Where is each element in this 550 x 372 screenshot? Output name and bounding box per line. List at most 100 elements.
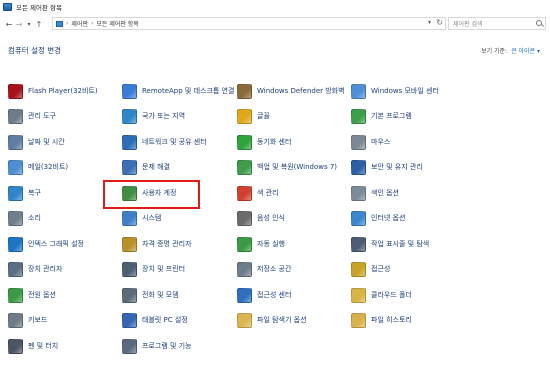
control-panel-item[interactable]: 동기화 센터 (237, 133, 357, 151)
breadcrumb-all-items[interactable]: 모든 제어판 항목 (96, 19, 138, 28)
control-panel-item[interactable]: 파일 히스토리 (351, 312, 471, 330)
control-panel-item[interactable]: 인터넷 옵션 (351, 210, 471, 228)
control-panel-item[interactable]: 색 관리 (237, 184, 357, 202)
control-panel-item[interactable]: 전원 옵션 (8, 286, 128, 304)
item-label: 파일 히스토리 (371, 316, 412, 325)
mouse-icon (351, 134, 366, 150)
control-panel-item[interactable]: RemoteApp 및 데스크톱 연결 (122, 82, 242, 100)
breadcrumb-chevron-icon[interactable]: › (66, 20, 68, 27)
control-panel-item[interactable]: 시스템 (122, 210, 242, 228)
control-panel-item[interactable]: 장치 관리자 (8, 261, 128, 279)
power-icon (8, 287, 23, 303)
breadcrumb-chevron-icon[interactable]: › (91, 20, 93, 27)
item-label: 태블릿 PC 설정 (142, 316, 188, 325)
fonts-icon (237, 109, 252, 124)
autoplay-icon (237, 236, 252, 252)
security-flag-icon (351, 160, 366, 175)
item-label: 마우스 (371, 137, 391, 146)
control-panel-item[interactable]: Flash Player(32비트) (8, 82, 128, 100)
internet-options-icon (351, 211, 366, 226)
forward-arrow-icon[interactable]: → (14, 18, 24, 30)
control-panel-item[interactable]: 음성 인식 (237, 210, 357, 228)
control-panel-item[interactable]: 펜 및 터치 (8, 337, 128, 355)
address-bar[interactable]: › 제어판 › 모든 제어판 항목 ▾ ↻ (52, 17, 446, 30)
control-panel-item[interactable]: 접근성 (351, 261, 471, 279)
control-panel-item[interactable]: 문제 해결 (122, 159, 242, 177)
folder-options-icon (237, 313, 252, 328)
control-panel-item[interactable]: 인덱스 그래픽 설정 (8, 235, 128, 253)
item-label: 저장소 공간 (257, 265, 292, 274)
back-arrow-icon[interactable]: ← (4, 18, 14, 30)
control-panel-item[interactable]: 장치 및 프린터 (122, 261, 242, 279)
control-panel-item[interactable]: 클라우드 폴더 (351, 286, 471, 304)
recent-locations-chevron-icon[interactable]: ▾ (24, 18, 34, 30)
address-folder-icon (56, 20, 63, 27)
refresh-icon[interactable]: ↻ (436, 18, 443, 27)
control-panel-item[interactable]: 보안 및 유지 관리 (351, 159, 471, 177)
control-panel-item[interactable]: 마우스 (351, 133, 471, 151)
search-placeholder: 제어판 검색 (453, 21, 483, 28)
speaker-icon (8, 211, 23, 226)
control-panel-item[interactable]: 태블릿 PC 설정 (122, 312, 242, 330)
control-panel-item[interactable]: 국가 또는 지역 (122, 108, 242, 126)
search-icon (536, 20, 542, 26)
control-panel-item[interactable]: 전화 및 모뎀 (122, 286, 242, 304)
indexing-icon (351, 185, 366, 201)
page-heading: 컴퓨터 설정 변경 (8, 46, 62, 55)
search-input[interactable]: 제어판 검색 (448, 17, 546, 30)
control-panel-item[interactable]: 파일 탐색기 옵션 (237, 312, 357, 330)
pen-icon (8, 338, 23, 354)
address-dropdown-icon[interactable]: ▾ (428, 19, 431, 26)
item-label: 문제 해결 (142, 163, 170, 172)
control-panel-item[interactable]: 키보드 (8, 312, 128, 330)
flash-icon (8, 83, 23, 99)
control-panel-item[interactable]: 소리 (8, 210, 128, 228)
item-label: 글꼴 (257, 112, 270, 121)
control-panel-item[interactable]: 네트워크 및 공유 센터 (122, 133, 242, 151)
control-panel-item[interactable]: 관리 도구 (8, 108, 128, 126)
mobility-icon (351, 83, 366, 99)
control-panel-item[interactable]: Windows 모바일 센터 (351, 82, 471, 100)
item-label: 메일(32비트) (28, 163, 69, 172)
control-panel-item[interactable]: 백업 및 복원(Windows 7) (237, 159, 357, 177)
control-panel-item[interactable]: 자동 실행 (237, 235, 357, 253)
storage-icon (237, 262, 252, 277)
recovery-icon (8, 185, 23, 201)
control-panel-item[interactable]: 자격 증명 관리자 (122, 235, 242, 253)
item-label: 작업 표시줄 및 탐색 (371, 239, 430, 248)
control-panel-item[interactable]: 접근성 센터 (237, 286, 357, 304)
ease-access-icon (237, 287, 252, 303)
backup-icon (237, 160, 252, 175)
microphone-icon (237, 211, 252, 226)
item-label: 파일 탐색기 옵션 (257, 316, 307, 325)
item-label: 백업 및 복원(Windows 7) (257, 163, 338, 172)
item-label: 자동 실행 (257, 239, 285, 248)
keyboard-icon (8, 313, 23, 328)
accessibility-icon (351, 262, 366, 277)
control-panel-item[interactable]: 날짜 및 시간 (8, 133, 128, 151)
control-panel-item[interactable]: 프로그램 및 기능 (122, 337, 242, 355)
view-by-label: 보기 기준: (481, 48, 508, 55)
cloud-folder-icon (351, 287, 366, 303)
programs-icon (122, 338, 137, 354)
control-panel-item[interactable]: 작업 표시줄 및 탐색 (351, 235, 471, 253)
item-label: 접근성 센터 (257, 290, 292, 299)
item-label: 색인 옵션 (371, 188, 399, 197)
control-panel-item[interactable]: 메일(32비트) (8, 159, 128, 177)
control-panel-item[interactable]: 색인 옵션 (351, 184, 471, 202)
item-label: 접근성 (371, 265, 391, 274)
control-panel-icon (3, 3, 12, 11)
item-label: 클라우드 폴더 (371, 290, 412, 299)
navigation-bar: ← → ▾ ↑ › 제어판 › 모든 제어판 항목 ▾ ↻ 제어판 검색 (0, 16, 550, 32)
control-panel-item[interactable]: 기본 프로그램 (351, 108, 471, 126)
control-panel-item[interactable]: 저장소 공간 (237, 261, 357, 279)
view-by-dropdown[interactable]: 큰 아이콘 ▾ (511, 46, 540, 55)
item-label: 자격 증명 관리자 (142, 239, 192, 248)
control-panel-item[interactable]: 글꼴 (237, 108, 357, 126)
item-label: 전화 및 모뎀 (142, 290, 179, 299)
remoteapp-icon (122, 83, 137, 99)
control-panel-item[interactable]: Windows Defender 방화벽 (237, 82, 357, 100)
item-label: 동기화 센터 (257, 137, 292, 146)
up-arrow-icon[interactable]: ↑ (34, 18, 44, 30)
breadcrumb-control-panel[interactable]: 제어판 (71, 19, 88, 28)
